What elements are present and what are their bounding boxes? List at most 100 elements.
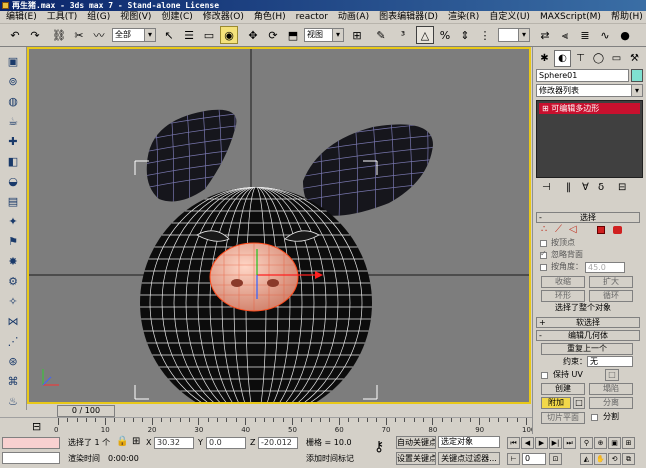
menu-views[interactable]: 视图(V) (114, 11, 155, 23)
particles-icon[interactable]: ✧ (4, 293, 22, 310)
attach-button[interactable]: 附加 (541, 397, 571, 409)
border-mode-icon[interactable]: ◁ (569, 225, 577, 235)
space-warps-icon[interactable]: ✸ (4, 253, 22, 270)
selection-rollout-header[interactable]: - 选择 (536, 212, 640, 223)
menu-reactor[interactable]: reactor (290, 11, 332, 23)
shapes-icon[interactable]: ◧ (4, 153, 22, 170)
menu-help[interactable]: 帮助(H) (605, 11, 646, 23)
maximize-viewport-icon[interactable]: ⧉ (622, 453, 635, 465)
material-editor-icon[interactable]: ● (616, 26, 634, 44)
slice-plane-button[interactable]: 切片平面 (541, 412, 585, 424)
z-coordinate-field[interactable]: -20.012 (258, 437, 298, 449)
stack-item-editable-poly[interactable]: ⊞ 可编辑多边形 (539, 103, 640, 114)
constraints-dropdown[interactable]: 无 (587, 356, 633, 367)
menu-maxscript[interactable]: MAXScript(M) (534, 11, 605, 23)
select-and-manipulate-icon[interactable]: ✎ (372, 26, 390, 44)
menu-group[interactable]: 组(G) (81, 11, 114, 23)
attach-list-button[interactable]: □ (573, 397, 585, 409)
current-frame-field[interactable]: 0 (522, 453, 546, 465)
menu-customize[interactable]: 自定义(U) (483, 11, 534, 23)
show-end-result-icon[interactable]: ‖ (566, 182, 571, 193)
select-and-scale-icon[interactable]: ⬒ (284, 26, 302, 44)
perspective-viewport[interactable] (27, 47, 531, 404)
next-frame-icon[interactable]: ▶| (549, 437, 562, 449)
helpers-icon[interactable]: ⚑ (4, 233, 22, 250)
time-configuration-icon[interactable]: ⊡ (549, 453, 562, 465)
previous-frame-icon[interactable]: ◀ (521, 437, 534, 449)
snaps-toggle-icon[interactable]: ³ (394, 26, 412, 44)
redo-icon[interactable]: ↷ (26, 26, 44, 44)
lights-icon[interactable]: ✦ (4, 213, 22, 230)
object-name-field[interactable]: Sphere01 (536, 69, 629, 82)
reference-coordinate-dropdown[interactable]: 视图 (304, 28, 344, 42)
pan-icon[interactable]: ✋ (594, 453, 607, 465)
goto-end-icon[interactable]: ⏭ (563, 437, 576, 449)
configure-sets-icon[interactable]: ⊟ (618, 182, 626, 193)
hierarchy-tab-icon[interactable]: ⊤ (572, 50, 589, 67)
cylinder-icon[interactable]: ⊚ (4, 73, 22, 90)
play-icon[interactable]: ▶ (535, 437, 548, 449)
polygon-mode-icon[interactable] (597, 226, 605, 234)
grow-button[interactable]: 扩大 (589, 276, 633, 288)
window-crossing-icon[interactable]: ◉ (220, 26, 238, 44)
object-color-swatch[interactable] (631, 69, 643, 82)
element-mode-icon[interactable] (613, 226, 622, 234)
dynamics-icon[interactable]: ⊛ (4, 353, 22, 370)
preserve-uv-checkbox[interactable] (541, 372, 548, 379)
menu-tools[interactable]: 工具(T) (41, 11, 82, 23)
menu-rendering[interactable]: 渲染(R) (442, 11, 483, 23)
layer-manager-icon[interactable]: ≣ (576, 26, 594, 44)
create-tab-icon[interactable]: ✱ (536, 50, 553, 67)
shrink-button[interactable]: 收缩 (541, 276, 585, 288)
modifier-stack[interactable]: ⊞ 可编辑多边形 (536, 100, 643, 178)
pin-stack-icon[interactable]: ⊣ (542, 182, 551, 193)
maxscript-listener-field[interactable] (2, 437, 60, 449)
percent-snap-icon[interactable]: % (436, 26, 454, 44)
mirror-icon[interactable]: ⇄ (536, 26, 554, 44)
loop-button[interactable]: 循环 (589, 290, 633, 302)
menu-animation[interactable]: 动画(A) (332, 11, 373, 23)
selection-filter-dropdown[interactable]: 全部 (112, 28, 156, 42)
angle-snap-icon[interactable]: △ (416, 26, 434, 44)
zoom-all-icon[interactable]: ⊕ (594, 437, 607, 449)
align-icon[interactable]: ⫷ (556, 26, 574, 44)
select-by-name-icon[interactable]: ☰ (180, 26, 198, 44)
box-icon[interactable]: ▣ (4, 53, 22, 70)
key-filters-button[interactable]: 关键点过滤器... (438, 452, 500, 465)
preserve-uv-settings-button[interactable]: □ (605, 369, 619, 381)
selection-lock-icon[interactable]: 🔒 (116, 436, 128, 447)
zoom-icon[interactable]: ⚲ (580, 437, 593, 449)
repeat-last-button[interactable]: 重复上一个 (541, 343, 633, 355)
named-selection-dropdown[interactable] (498, 28, 530, 42)
x-coordinate-field[interactable]: 30.32 (154, 437, 194, 449)
hair-icon[interactable]: ♨ (4, 393, 22, 410)
modifier-list-dropdown[interactable]: 修改器列表 (536, 84, 643, 97)
key-mode-toggle-icon[interactable]: ⊢ (507, 453, 520, 465)
y-coordinate-field[interactable]: 0.0 (206, 437, 246, 449)
nurbs-icon[interactable]: ⋰ (4, 333, 22, 350)
arc-rotate-icon[interactable]: ⟲ (608, 453, 621, 465)
ring-button[interactable]: 环形 (541, 290, 585, 302)
menu-edit[interactable]: 编辑(E) (0, 11, 41, 23)
modify-tab-icon[interactable]: ◐ (554, 50, 571, 67)
by-angle-checkbox[interactable] (540, 264, 547, 271)
edge-mode-icon[interactable]: ⟋ (555, 225, 562, 235)
vertex-mode-icon[interactable]: ∴ (541, 225, 547, 235)
unlink-icon[interactable]: ✂ (70, 26, 88, 44)
by-vertex-checkbox[interactable] (540, 240, 547, 247)
stack-item-expand-icon[interactable]: ⊞ (542, 104, 551, 113)
rectangular-selection-icon[interactable]: ▭ (200, 26, 218, 44)
select-object-icon[interactable]: ↖ (160, 26, 178, 44)
make-unique-icon[interactable]: ∀ (582, 182, 589, 193)
goto-start-icon[interactable]: ⏮ (507, 437, 520, 449)
soft-selection-rollout-header[interactable]: + 软选择 (536, 317, 640, 328)
detach-button[interactable]: 分离 (589, 397, 633, 409)
field-of-view-icon[interactable]: ◭ (580, 453, 593, 465)
bind-to-space-warp-icon[interactable]: 〰 (90, 26, 108, 44)
menu-modifiers[interactable]: 修改器(O) (197, 11, 248, 23)
viewport-canvas[interactable] (29, 49, 529, 402)
pivot-center-icon[interactable]: ⊞ (348, 26, 366, 44)
sphere-icon[interactable]: ◍ (4, 93, 22, 110)
angle-value-field[interactable]: 45.0 (585, 262, 625, 273)
auto-key-button[interactable]: 自动关键点 (396, 436, 436, 449)
